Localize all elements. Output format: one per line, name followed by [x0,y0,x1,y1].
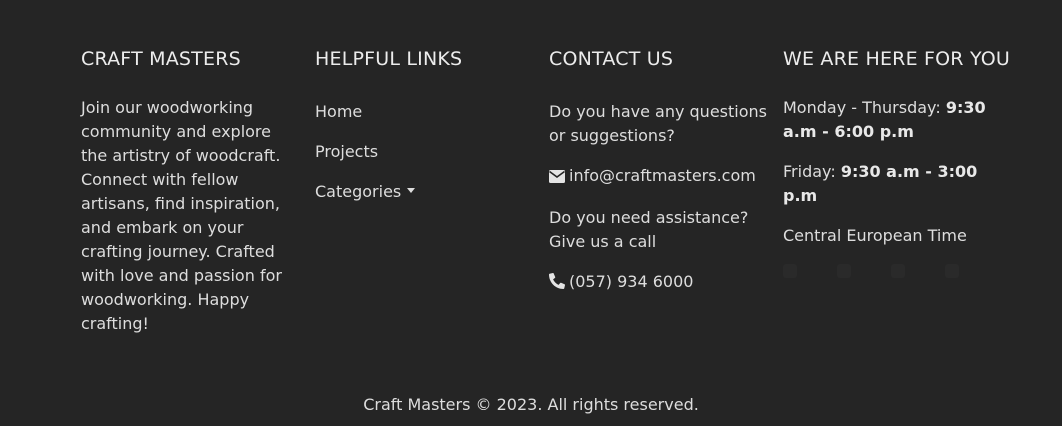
phone-number: (057) 934 6000 [569,272,694,291]
friday-hours: Friday: 9:30 a.m - 3:00 p.m [783,160,1013,208]
phone-icon [549,272,565,296]
weekday-label: Monday - Thursday: [783,98,941,117]
timezone-text: Central European Time [783,226,967,245]
hours-column: WE ARE HERE FOR YOU Monday - Thursday: 9… [783,48,1013,278]
email-link[interactable]: info@craftmasters.com [549,164,769,190]
social-links [783,264,1013,278]
contact-question-text: Do you have any questions or suggestions… [549,102,767,145]
contact-column: CONTACT US Do you have any questions or … [549,48,769,312]
social-icon[interactable] [891,264,905,278]
projects-link-label: Projects [315,142,379,161]
home-link[interactable]: Home [315,100,525,124]
categories-dropdown[interactable]: Categories [315,180,525,204]
assistance-text: Do you need assistance? Give us a call [549,208,749,251]
social-icon[interactable] [837,264,851,278]
helpful-links-column: HELPFUL LINKS Home Projects Categories [315,48,525,220]
email-address: info@craftmasters.com [569,166,756,185]
helpful-links-list: Home Projects Categories [315,100,525,204]
social-icon[interactable] [783,264,797,278]
copyright-text: Craft Masters © 2023. All rights reserve… [363,395,699,414]
categories-label: Categories [315,182,402,201]
weekday-hours: Monday - Thursday: 9:30 a.m - 6:00 p.m [783,96,1013,144]
hours-heading: WE ARE HERE FOR YOU [783,48,1010,70]
about-column: CRAFT MASTERS Join our woodworking commu… [81,48,291,336]
contact-heading: CONTACT US [549,48,674,70]
phone-link[interactable]: (057) 934 6000 [549,270,769,296]
caret-down-icon [407,188,416,193]
envelope-icon [549,166,565,190]
home-link-label: Home [315,102,363,121]
friday-label: Friday: [783,162,836,181]
social-icon[interactable] [945,264,959,278]
projects-link[interactable]: Projects [315,140,525,164]
about-heading: CRAFT MASTERS [81,48,241,70]
helpful-links-heading: HELPFUL LINKS [315,48,463,70]
about-text: Join our woodworking community and explo… [81,98,282,333]
